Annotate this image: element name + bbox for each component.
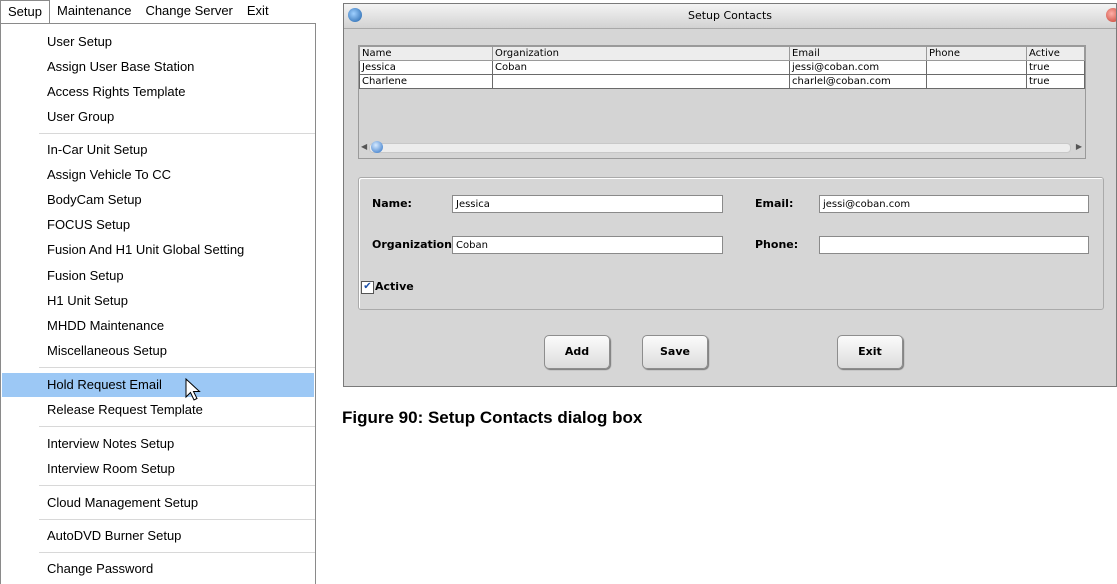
name-label: Name: (372, 197, 412, 210)
menu-item-interview-room-setup[interactable]: Interview Room Setup (2, 457, 314, 481)
column-header-phone[interactable]: Phone (926, 46, 1027, 61)
menu-separator (39, 552, 315, 553)
cell-active[interactable]: true (1026, 74, 1085, 89)
menu-item-user-setup[interactable]: User Setup (2, 30, 314, 54)
menu-item-change-password[interactable]: Change Password (2, 557, 314, 581)
column-header-email[interactable]: Email (789, 46, 927, 61)
column-header-name[interactable]: Name (359, 46, 493, 61)
cell-active[interactable]: true (1026, 60, 1085, 75)
scrollbar-thumb[interactable] (371, 141, 383, 153)
cell-email[interactable]: charlel@coban.com (789, 74, 927, 89)
name-field[interactable]: Jessica (452, 195, 723, 213)
menu-item-bodycam-setup[interactable]: BodyCam Setup (2, 188, 314, 212)
scroll-left-arrow-icon[interactable]: ◀ (361, 142, 367, 151)
menu-item-in-car-unit-setup[interactable]: In-Car Unit Setup (2, 138, 314, 162)
menu-item-hold-request-email[interactable]: Hold Request Email (2, 373, 314, 397)
menu-item-access-rights-template[interactable]: Access Rights Template (2, 80, 314, 104)
table-header-row: Name Organization Email Phone Active (359, 46, 1085, 61)
scroll-right-arrow-icon[interactable]: ▶ (1076, 142, 1082, 151)
menu-separator (39, 133, 315, 134)
email-label: Email: (755, 197, 794, 210)
cell-phone[interactable] (926, 60, 1027, 75)
setup-contacts-dialog: Setup Contacts Name Organization Email P… (343, 3, 1117, 387)
menu-item-assign-vehicle-to-cc[interactable]: Assign Vehicle To CC (2, 163, 314, 187)
table-row[interactable]: Jessica Coban jessi@coban.com true (359, 60, 1085, 75)
cell-organization[interactable] (492, 74, 790, 89)
save-button[interactable]: Save (642, 335, 708, 369)
cell-name[interactable]: Charlene (359, 74, 493, 89)
menu-item-user-group[interactable]: User Group (2, 105, 314, 129)
cell-name[interactable]: Jessica (359, 60, 493, 75)
menu-separator (39, 485, 315, 486)
cell-phone[interactable] (926, 74, 1027, 89)
close-icon[interactable] (1106, 8, 1116, 22)
table-row[interactable]: Charlene charlel@coban.com true (359, 74, 1085, 89)
contacts-grid: Name Organization Email Phone Active Jes… (358, 45, 1086, 159)
cell-email[interactable]: jessi@coban.com (789, 60, 927, 75)
menu-separator (39, 367, 315, 368)
organization-label: Organization: (372, 238, 457, 251)
menu-bar: Setup Maintenance Change Server Exit (0, 0, 316, 23)
menu-item-miscellaneous-setup[interactable]: Miscellaneous Setup (2, 339, 314, 363)
setup-dropdown-menu: User Setup Assign User Base Station Acce… (0, 23, 316, 584)
horizontal-scrollbar[interactable]: ◀ ▶ (359, 140, 1085, 154)
contacts-table: Name Organization Email Phone Active Jes… (359, 46, 1085, 89)
menu-maintenance[interactable]: Maintenance (50, 0, 138, 22)
dialog-title-bar: Setup Contacts (344, 4, 1116, 29)
menu-change-server[interactable]: Change Server (138, 0, 239, 22)
cell-organization[interactable]: Coban (492, 60, 790, 75)
menu-item-interview-notes-setup[interactable]: Interview Notes Setup (2, 432, 314, 456)
menu-item-h1-unit-setup[interactable]: H1 Unit Setup (2, 289, 314, 313)
add-button[interactable]: Add (544, 335, 610, 369)
menu-item-cloud-management-setup[interactable]: Cloud Management Setup (2, 491, 314, 515)
column-header-organization[interactable]: Organization (492, 46, 790, 61)
menu-separator (39, 426, 315, 427)
menu-item-fusion-setup[interactable]: Fusion Setup (2, 264, 314, 288)
menu-separator (39, 519, 315, 520)
email-field[interactable]: jessi@coban.com (819, 195, 1089, 213)
exit-button[interactable]: Exit (837, 335, 903, 369)
menu-item-autodvd-burner-setup[interactable]: AutoDVD Burner Setup (2, 524, 314, 548)
scrollbar-track[interactable] (369, 143, 1071, 153)
menu-item-fusion-h1-global-setting[interactable]: Fusion And H1 Unit Global Setting (2, 238, 314, 262)
dialog-title: Setup Contacts (687, 9, 773, 22)
menu-item-release-request-template[interactable]: Release Request Template (2, 398, 314, 422)
menu-item-focus-setup[interactable]: FOCUS Setup (2, 213, 314, 237)
menu-item-mhdd-maintenance[interactable]: MHDD Maintenance (2, 314, 314, 338)
active-checkbox[interactable]: ✔ (361, 281, 374, 294)
phone-field[interactable] (819, 236, 1089, 254)
phone-label: Phone: (755, 238, 799, 251)
menu-item-assign-user-base-station[interactable]: Assign User Base Station (2, 55, 314, 79)
menu-setup[interactable]: Setup (0, 0, 50, 23)
figure-caption: Figure 90: Setup Contacts dialog box (342, 408, 643, 427)
organization-field[interactable]: Coban (452, 236, 723, 254)
active-label: Active (375, 280, 414, 293)
menu-exit[interactable]: Exit (240, 0, 276, 22)
column-header-active[interactable]: Active (1026, 46, 1085, 61)
mouse-pointer-icon (185, 378, 201, 401)
